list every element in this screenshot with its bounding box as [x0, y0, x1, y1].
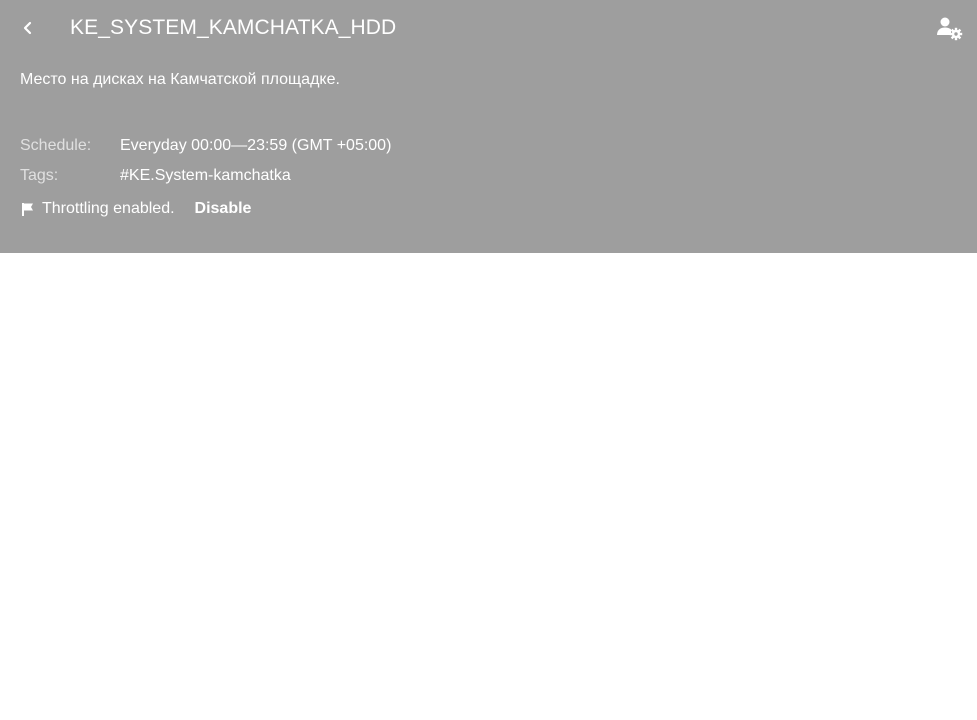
chevron-left-icon [23, 21, 32, 35]
disable-throttling-button[interactable]: Disable [195, 199, 252, 219]
tag-link[interactable]: #KE.System-kamchatka [120, 166, 291, 186]
description: Место на дисках на Камчатской площадке. [20, 71, 340, 88]
info-panel: KE_SYSTEM_KAMCHATKA_HDD Место на дисках … [0, 0, 977, 253]
tags-label: Tags: [20, 167, 59, 184]
flag-icon [22, 203, 33, 216]
schedule-value: Everyday 00:00—23:59 (GMT +05:00) [120, 137, 392, 154]
throttling-status: Throttling enabled. Disable [20, 199, 251, 219]
user-settings-icon [937, 17, 963, 41]
page-title: KE_SYSTEM_KAMCHATKA_HDD [70, 16, 397, 39]
schedule-label: Schedule: [20, 137, 92, 154]
user-settings-button[interactable] [934, 14, 966, 42]
throttling-status-text: Throttling enabled. [42, 200, 175, 217]
back-button[interactable] [14, 14, 42, 42]
